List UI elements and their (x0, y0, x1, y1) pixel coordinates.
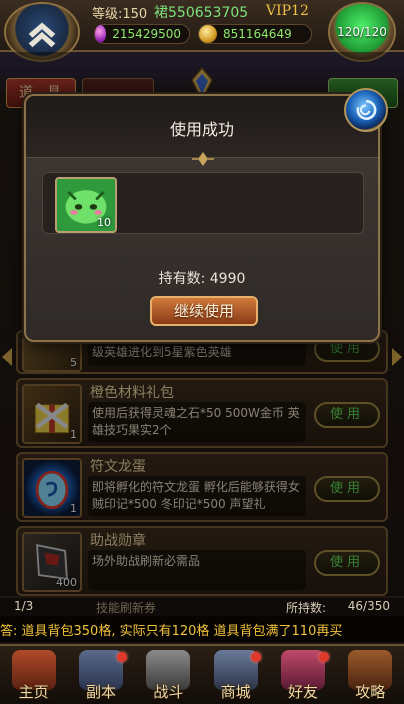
nav-label: 商城 (220, 683, 251, 701)
nav-dungeon[interactable]: 副本 (67, 646, 134, 704)
nav-label: 主页 (18, 683, 49, 701)
clan-id: 裙550653705 (154, 5, 249, 21)
dialog-header: 使用成功 (26, 96, 378, 158)
reward-quantity: 10 (97, 216, 111, 229)
nav-guide[interactable]: 攻略 (337, 646, 404, 704)
swirl-close-icon (356, 100, 377, 120)
hold-label: 所持数: (286, 601, 327, 615)
nav-home[interactable]: 主页 (0, 646, 67, 704)
nav-label: 战斗 (153, 683, 184, 701)
notification-dot (251, 652, 262, 662)
notification-dot (116, 652, 127, 662)
nav-battle[interactable]: 战斗 (135, 646, 202, 704)
pager-bar: 1/3 技能刷新券 所持数: 46/350 (0, 598, 404, 616)
gem-amount: 215429500 (112, 27, 181, 41)
nav-label: 好友 (287, 683, 318, 701)
header-ornament-icon (192, 152, 214, 166)
notification-dot (318, 652, 329, 662)
nav-label: 副本 (85, 683, 116, 701)
nav-friends[interactable]: 好友 (269, 646, 336, 704)
gem-counter: 215429500 (94, 24, 190, 44)
nav-shop[interactable]: 商城 (202, 646, 269, 704)
hold-count: 持有数: 4990 (158, 271, 246, 287)
vip-level: VIP12 (266, 3, 309, 19)
bottom-nav: 主页 副本 战斗 商城 好友 攻略 (0, 644, 404, 704)
gold-coin-icon (199, 25, 217, 43)
bag-capacity: 46/350 (347, 599, 390, 613)
nav-label: 攻略 (355, 683, 386, 701)
chevron-rank-icon (28, 22, 56, 48)
chat-ticker[interactable]: 答: 道具背包350格, 实际只有120格 道具背包满了110再买 (0, 616, 404, 642)
game-screen: 等级:150 裙550653705 VIP12 215429500 851164… (0, 0, 404, 704)
gold-amount: 851164649 (223, 27, 292, 41)
reward-item-slot[interactable]: 10 (55, 177, 117, 233)
page-indicator: 1/3 (14, 599, 34, 613)
dialog-title: 使用成功 (169, 120, 234, 139)
use-success-dialog: 使用成功 10 持有数: 4990 继续使用 (24, 88, 388, 342)
close-button[interactable] (344, 88, 388, 132)
top-status-bar: 等级:150 裙550653705 VIP12 215429500 851164… (0, 0, 404, 62)
reward-panel: 10 (42, 172, 364, 234)
player-level: 等级:150 (92, 7, 148, 22)
energy-value: 120/120 (337, 25, 387, 39)
continue-use-button[interactable]: 继续使用 (150, 296, 258, 326)
gem-icon (95, 25, 107, 43)
ticker-text: 答: 道具背包350格, 实际只有120格 道具背包满了110再买 (0, 624, 343, 639)
gold-counter: 851164649 (198, 24, 312, 44)
partial-item-label: 技能刷新券 (96, 601, 157, 615)
